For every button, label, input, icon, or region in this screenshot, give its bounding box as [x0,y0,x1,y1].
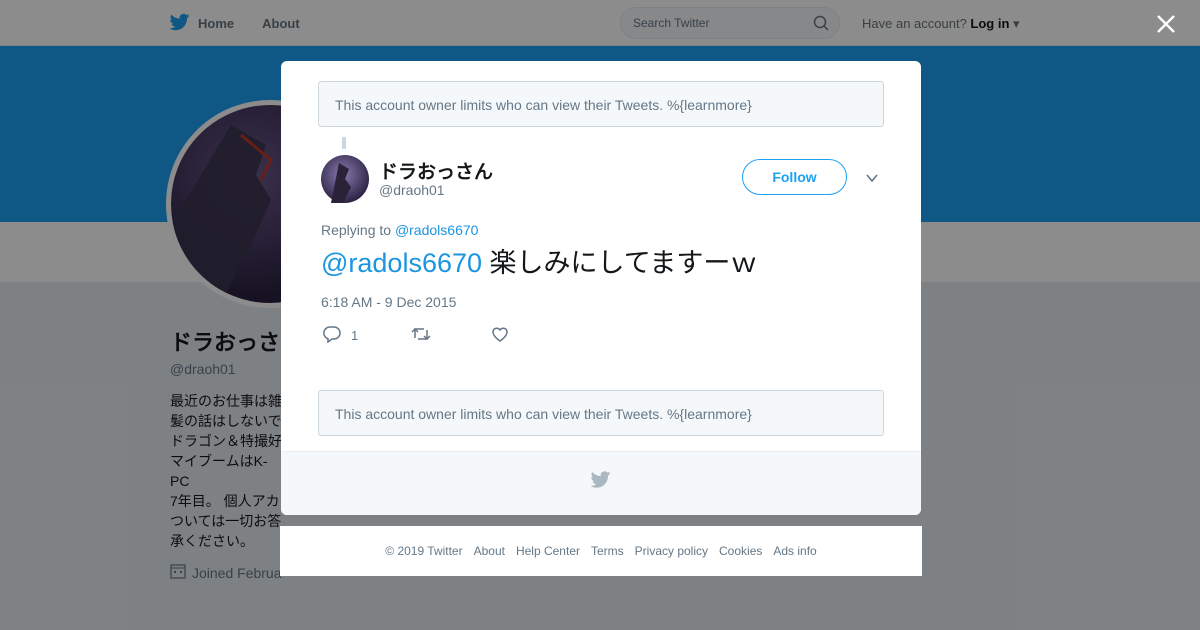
footer-link-ads-info[interactable]: Ads info [773,544,816,558]
thread-line [342,137,346,149]
footer-link-privacy[interactable]: Privacy policy [635,544,708,558]
replying-prefix: Replying to [321,222,392,238]
tweet-text: @radols6670 楽しみにしてますーｗ [321,245,757,281]
retweet-action[interactable] [411,325,491,346]
footer-link-cookies[interactable]: Cookies [719,544,762,558]
tweet-actions: 1 [323,325,509,346]
protected-notice-bottom: This account owner limits who can view t… [318,390,884,436]
replying-to: Replying to @radols6670 [321,222,478,238]
footer-link-about[interactable]: About [474,544,505,558]
follow-button[interactable]: Follow [742,159,847,195]
retweet-icon [411,325,431,346]
tweet-author-avatar[interactable] [321,155,369,203]
tweet-timestamp[interactable]: 6:18 AM - 9 Dec 2015 [321,294,456,310]
tweet-mention-link[interactable]: @radols6670 [321,248,482,278]
tweet-modal: This account owner limits who can view t… [281,61,921,515]
page-footer: © 2019 Twitter About Help Center Terms P… [280,526,922,576]
like-action[interactable] [491,325,509,346]
reply-action[interactable]: 1 [323,325,411,346]
close-icon[interactable] [1154,12,1178,36]
tweet-author-name[interactable]: ドラおっさん [379,157,493,184]
protected-notice-top: This account owner limits who can view t… [318,81,884,127]
twitter-bird-icon [590,471,611,493]
tweet-body: 楽しみにしてますーｗ [489,248,758,278]
tweet-author-handle[interactable]: @draoh01 [379,182,445,198]
reply-icon [323,325,341,346]
footer-link-help-center[interactable]: Help Center [516,544,580,558]
chevron-down-icon[interactable] [865,171,879,190]
reply-count: 1 [351,328,359,343]
footer-copyright: © 2019 Twitter [385,544,463,558]
heart-icon [491,325,509,346]
footer-link-terms[interactable]: Terms [591,544,624,558]
replying-to-link[interactable]: @radols6670 [395,222,479,238]
modal-footer [281,451,921,515]
